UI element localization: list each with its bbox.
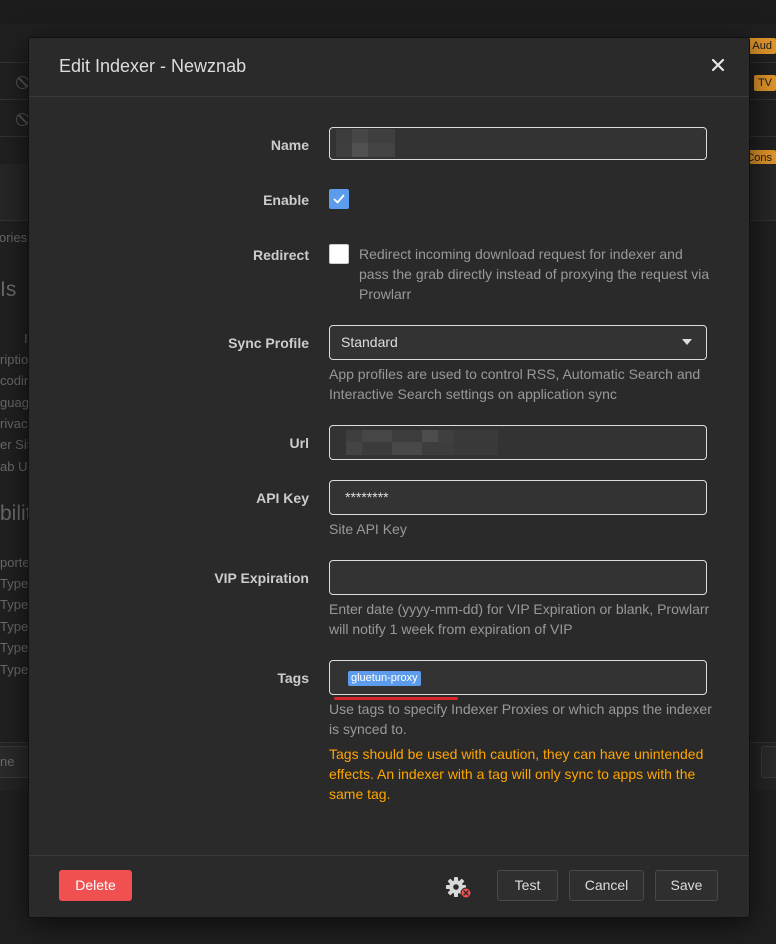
edit-indexer-modal: Edit Indexer - Newznab Name Enable Redir… xyxy=(29,38,749,917)
redacted-pixel xyxy=(454,442,498,455)
tags-input[interactable]: gluetun-proxy xyxy=(329,660,707,695)
redacted-pixel xyxy=(392,442,422,455)
tags-label: Tags xyxy=(277,670,309,686)
background-row-tag: Aud xyxy=(748,38,776,54)
redacted-pixel xyxy=(362,442,392,455)
close-icon[interactable] xyxy=(707,54,729,76)
background-label: guag xyxy=(0,395,29,410)
background-label: ories xyxy=(0,230,28,245)
redacted-pixel xyxy=(368,143,395,157)
tags-help-text: Use tags to specify Indexer Proxies or w… xyxy=(329,701,712,737)
redacted-pixel xyxy=(392,430,422,442)
name-input[interactable] xyxy=(329,127,707,160)
background-label: rivac xyxy=(0,416,28,431)
redirect-help-text: Redirect incoming download request for i… xyxy=(359,246,710,302)
chevron-down-icon xyxy=(682,339,692,345)
api-key-label: API Key xyxy=(256,490,309,506)
background-label: Type xyxy=(0,576,29,591)
background-row-tag: TV xyxy=(753,75,776,91)
redirect-label: Redirect xyxy=(252,247,309,263)
background-button xyxy=(761,746,776,778)
modal-header: Edit Indexer - Newznab xyxy=(29,38,749,97)
enable-checkbox[interactable] xyxy=(329,189,349,209)
vip-expiration-help-text: Enter date (yyyy-mm-dd) for VIP Expirati… xyxy=(329,601,710,637)
redacted-pixel xyxy=(346,430,362,442)
redacted-pixel xyxy=(368,129,395,143)
sync-profile-value: Standard xyxy=(341,334,398,350)
url-input[interactable] xyxy=(329,425,707,460)
disabled-icon xyxy=(16,76,29,89)
tag-chip[interactable]: gluetun-proxy xyxy=(348,671,421,686)
redacted-pixel xyxy=(438,430,454,442)
background-section-title: Is xyxy=(0,278,17,301)
enable-label: Enable xyxy=(263,192,309,208)
save-button[interactable]: Save xyxy=(655,870,718,901)
redirect-checkbox[interactable] xyxy=(329,244,349,264)
url-label: Url xyxy=(289,435,309,451)
modal-title: Edit Indexer - Newznab xyxy=(59,56,247,76)
vip-expiration-label: VIP Expiration xyxy=(214,570,309,586)
background-label: riptio xyxy=(0,352,29,367)
redacted-pixel xyxy=(346,442,362,455)
api-key-help-text: Site API Key xyxy=(329,521,407,537)
background-label: Type xyxy=(0,619,29,634)
redacted-pixel xyxy=(352,143,368,157)
background-label: codin xyxy=(0,373,32,388)
api-key-value: ******** xyxy=(345,489,389,505)
cancel-button[interactable]: Cancel xyxy=(569,870,644,901)
sync-profile-help-text: App profiles are used to control RSS, Au… xyxy=(329,366,701,402)
redacted-pixel xyxy=(352,129,368,143)
redacted-pixel xyxy=(422,430,438,442)
redacted-pixel xyxy=(336,129,352,143)
background-label: ne xyxy=(0,754,15,769)
background-section-title: bilit xyxy=(0,502,32,525)
check-icon xyxy=(333,194,345,204)
sync-profile-label: Sync Profile xyxy=(228,335,309,351)
background-label: Type xyxy=(0,597,29,612)
background-label: Type xyxy=(0,662,29,677)
modal-footer: Delete Test Cancel Save xyxy=(29,855,749,918)
redacted-pixel xyxy=(336,143,352,157)
background-label: Type xyxy=(0,640,29,655)
advanced-settings-gear-icon[interactable] xyxy=(445,875,475,901)
delete-button[interactable]: Delete xyxy=(59,870,132,901)
background-label: I xyxy=(24,331,28,346)
api-key-input[interactable]: ******** xyxy=(329,480,707,515)
disabled-icon xyxy=(16,113,29,126)
redacted-pixel xyxy=(422,442,454,455)
background-label: ab U xyxy=(0,459,28,474)
background-label: porte xyxy=(0,555,30,570)
background-label: er Sit xyxy=(0,437,31,452)
background-header xyxy=(0,0,776,24)
vip-expiration-input[interactable] xyxy=(329,560,707,595)
test-button[interactable]: Test xyxy=(497,870,558,901)
name-label: Name xyxy=(270,137,309,153)
redacted-pixel xyxy=(362,430,392,442)
redacted-pixel xyxy=(454,430,498,442)
tags-warning-text: Tags should be used with caution, they c… xyxy=(329,746,704,802)
sync-profile-select[interactable]: Standard xyxy=(329,325,707,360)
